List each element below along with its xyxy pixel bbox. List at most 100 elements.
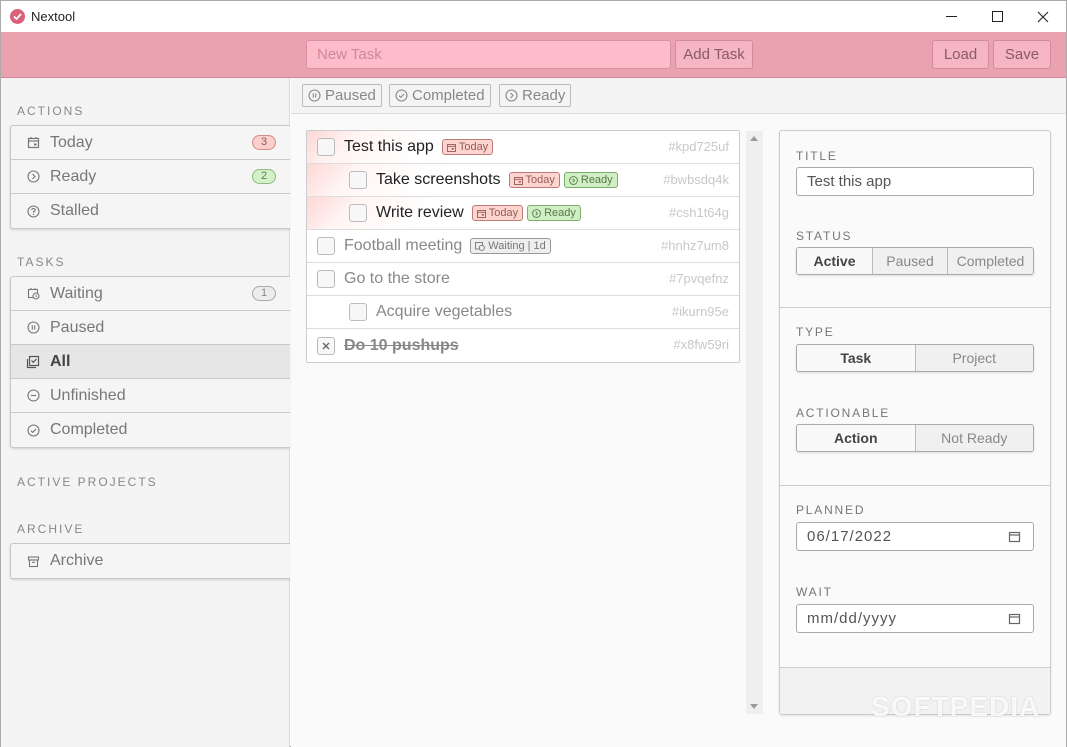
planned-date-field[interactable]: 06/17/2022 <box>796 522 1034 551</box>
top-toolbar: Add Task Load Save <box>1 32 1066 78</box>
task-checkbox[interactable] <box>317 336 335 355</box>
task-row[interactable]: Football meeting Waiting | 1d #hnhz7um8 <box>307 230 739 263</box>
type-label: TYPE <box>796 325 835 339</box>
calendar-icon[interactable] <box>1008 612 1021 625</box>
app-logo-icon <box>10 9 25 24</box>
task-title[interactable]: Test this app <box>344 138 434 156</box>
app-window: Nextool Add Task Load Save ACTIONS Today… <box>0 0 1067 747</box>
task-detail-panel: TITLE Test this app STATUS Active Paused… <box>779 130 1051 715</box>
sidebar-item-label: Completed <box>50 421 128 438</box>
wait-date-value: mm/dd/yyyy <box>807 610 898 627</box>
scroll-up-arrow-icon[interactable] <box>750 136 758 141</box>
count-badge: 3 <box>252 135 276 150</box>
sidebar-item-label: Stalled <box>50 202 99 219</box>
tag-label: Today <box>458 141 489 153</box>
tag-ready: Ready <box>563 172 618 188</box>
actionable-option-action[interactable]: Action <box>797 425 915 451</box>
status-option-completed[interactable]: Completed <box>947 248 1033 274</box>
minimize-button[interactable] <box>928 1 974 32</box>
filter-bar: Paused Completed Ready <box>291 78 1066 114</box>
filter-completed[interactable]: Completed <box>389 84 491 107</box>
calendar-icon <box>513 176 523 185</box>
task-row[interactable]: Go to the store #7pvqefnz <box>307 263 739 296</box>
task-title[interactable]: Go to the store <box>344 270 450 288</box>
filter-ready[interactable]: Ready <box>499 84 572 107</box>
sidebar-item-label: Today <box>50 133 93 151</box>
task-id: #bwbsdq4k <box>663 172 729 187</box>
tag-today: Today <box>508 172 560 188</box>
calendar-clock-icon <box>26 287 40 301</box>
detail-section-general: TITLE Test this app STATUS Active Paused… <box>780 131 1050 308</box>
tag-label: Waiting | 1d <box>488 240 546 252</box>
type-option-project[interactable]: Project <box>914 345 1033 371</box>
x-mark-icon <box>322 342 330 349</box>
task-id: #ikurn95e <box>671 304 729 319</box>
tag-label: Ready <box>580 174 613 186</box>
status-option-paused[interactable]: Paused <box>872 248 947 274</box>
sidebar-item-waiting[interactable]: Waiting 1 <box>11 277 290 311</box>
close-button[interactable] <box>1020 1 1066 32</box>
status-label: STATUS <box>796 229 853 243</box>
task-title[interactable]: Take screenshots <box>376 171 501 189</box>
tag-label: Today <box>488 207 519 219</box>
task-title[interactable]: Football meeting <box>344 237 462 255</box>
tag-today: Today <box>441 139 494 155</box>
add-task-button[interactable]: Add Task <box>675 40 753 69</box>
task-id: #7pvqefnz <box>669 271 729 286</box>
task-row[interactable]: Write review Today Ready #csh1t64g <box>307 197 739 230</box>
calendar-icon[interactable] <box>1008 530 1021 543</box>
load-button[interactable]: Load <box>932 40 989 69</box>
maximize-button[interactable] <box>974 1 1020 32</box>
task-row[interactable]: Do 10 pushups #x8fw59ri <box>307 329 739 362</box>
sidebar-item-today[interactable]: Today 3 <box>11 126 290 160</box>
sidebar-item-stalled[interactable]: Stalled <box>11 194 290 228</box>
sidebar-item-archive[interactable]: Archive <box>11 544 290 578</box>
task-checkbox[interactable] <box>317 138 335 156</box>
task-checkbox[interactable] <box>317 270 335 288</box>
section-label-tasks: TASKS <box>17 255 66 269</box>
question-circle-icon <box>26 204 40 218</box>
task-title[interactable]: Write review <box>376 204 464 222</box>
sidebar-item-label: All <box>50 352 71 370</box>
task-id: #csh1t64g <box>669 205 729 220</box>
archive-icon <box>26 554 40 568</box>
task-row[interactable]: Take screenshots Today Ready #bwbsdq4k <box>307 164 739 197</box>
wait-label: WAIT <box>796 585 833 599</box>
task-checkbox[interactable] <box>317 237 335 255</box>
actionable-option-not-ready[interactable]: Not Ready <box>914 425 1033 451</box>
title-field[interactable]: Test this app <box>796 167 1034 196</box>
task-title[interactable]: Acquire vegetables <box>376 303 512 321</box>
section-label-actions: ACTIONS <box>17 104 85 118</box>
sidebar-item-ready[interactable]: Ready 2 <box>11 160 290 194</box>
sidebar-item-completed[interactable]: Completed <box>11 413 290 447</box>
task-title[interactable]: Do 10 pushups <box>344 337 459 355</box>
pause-circle-icon <box>308 89 321 102</box>
planned-date-value: 06/17/2022 <box>807 528 893 545</box>
task-row[interactable]: Test this app Today #kpd725uf <box>307 131 739 164</box>
task-row[interactable]: Acquire vegetables #ikurn95e <box>307 296 739 329</box>
task-id: #kpd725uf <box>668 139 729 154</box>
status-option-active[interactable]: Active <box>797 248 872 274</box>
new-task-input[interactable] <box>306 40 671 69</box>
sidebar-item-unfinished[interactable]: Unfinished <box>11 379 290 413</box>
type-option-task[interactable]: Task <box>797 345 915 371</box>
save-button[interactable]: Save <box>993 40 1051 69</box>
calendar-clock-icon <box>475 242 486 251</box>
task-list: Test this app Today #kpd725uf Take screensh… <box>306 130 740 363</box>
task-list-scrollbar[interactable] <box>746 131 763 714</box>
scroll-down-arrow-icon[interactable] <box>750 704 758 709</box>
sidebar-item-all[interactable]: All <box>11 345 290 379</box>
filter-paused[interactable]: Paused <box>302 84 382 107</box>
wait-date-field[interactable]: mm/dd/yyyy <box>796 604 1034 633</box>
sidebar-item-paused[interactable]: Paused <box>11 311 290 345</box>
chevron-circle-right-icon <box>505 89 518 102</box>
task-checkbox[interactable] <box>349 204 367 222</box>
tag-label: Today <box>525 174 555 186</box>
watermark: SOFTPEDIA <box>871 691 1041 722</box>
archive-nav: Archive <box>10 543 290 579</box>
actions-nav: Today 3 Ready 2 Stalled <box>10 125 290 229</box>
task-checkbox[interactable] <box>349 171 367 189</box>
task-checkbox[interactable] <box>349 303 367 321</box>
type-segmented-control: Task Project <box>796 344 1034 372</box>
maximize-icon <box>991 11 1003 22</box>
